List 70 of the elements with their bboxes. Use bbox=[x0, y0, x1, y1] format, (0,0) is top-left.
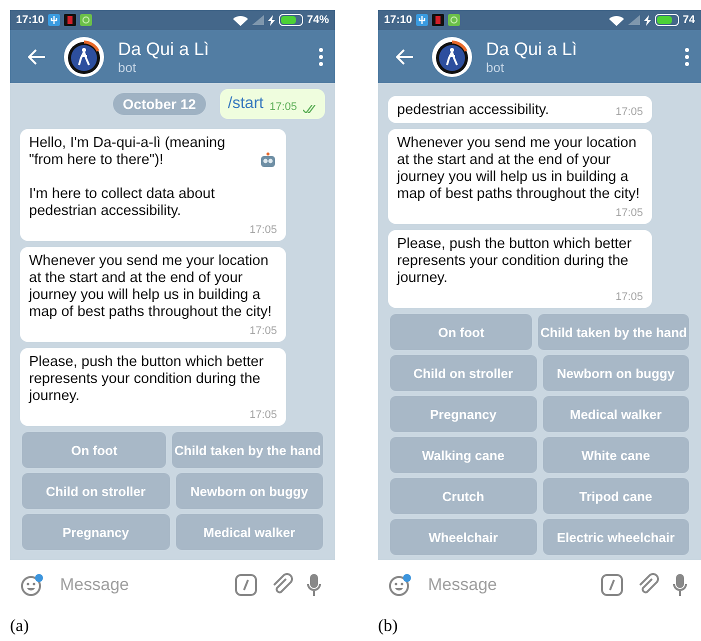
app-icon bbox=[64, 14, 76, 26]
chat-title: Da Qui a Lì bbox=[486, 38, 578, 60]
message-text: pedestrian accessibility. bbox=[397, 102, 550, 119]
avatar-icon[interactable] bbox=[64, 36, 104, 76]
chat-title: Da Qui a Lì bbox=[118, 38, 210, 60]
message-time: 17:05 bbox=[615, 106, 643, 119]
charging-icon bbox=[268, 14, 275, 26]
reply-button[interactable]: Newborn on buggy bbox=[542, 355, 689, 391]
reply-button[interactable]: Crutch bbox=[390, 478, 536, 514]
reply-button[interactable]: Electric wheelchair bbox=[542, 519, 689, 555]
signal-icon bbox=[252, 15, 264, 25]
microphone-icon[interactable] bbox=[307, 573, 321, 597]
message-time: 17:05 bbox=[249, 325, 277, 338]
message-text: Hello, I'm Da-qui-a-lì (meaning "from here to there")! bbox=[29, 135, 226, 169]
reply-button[interactable]: Wheelchair bbox=[390, 519, 536, 555]
battery-percent: 74% bbox=[306, 14, 329, 26]
message-text: Please, push the button which better represents your condition during the journey. bbox=[397, 236, 633, 287]
message-field[interactable]: Message bbox=[426, 574, 587, 596]
chat-subtitle: bot bbox=[486, 60, 506, 74]
signal-icon bbox=[628, 15, 640, 25]
message-text: Please, push the button which better represents your condition during the journey. bbox=[29, 354, 265, 405]
message-time: 17:05 bbox=[615, 207, 643, 220]
reply-button[interactable]: Walking cane bbox=[390, 437, 536, 473]
avatar-icon[interactable] bbox=[432, 36, 472, 76]
message-time: 17:05 bbox=[615, 291, 643, 304]
usb-icon bbox=[416, 14, 428, 26]
message-time: 17:05 bbox=[249, 409, 277, 422]
reply-button[interactable]: Child taken by the hand bbox=[172, 432, 323, 468]
message-text: Whenever you send me your location at the start and at the end of your journey you will help us in building a map of best paths throughout the city! bbox=[397, 135, 641, 203]
menu-icon[interactable] bbox=[685, 48, 689, 66]
message-field[interactable]: Message bbox=[58, 574, 221, 596]
wifi-icon bbox=[608, 14, 624, 26]
reply-button[interactable]: On foot bbox=[22, 432, 166, 468]
message-text: Whenever you send me your location at the start and at the end of your journey you will help us in building a map of best paths throughout the city! bbox=[29, 253, 273, 321]
usb-icon bbox=[48, 14, 60, 26]
reply-button[interactable]: White cane bbox=[542, 437, 689, 473]
charging-icon bbox=[644, 14, 651, 26]
reply-button[interactable]: Pregnancy bbox=[22, 514, 170, 550]
reply-button[interactable]: Child taken by the hand bbox=[538, 314, 689, 350]
reply-button[interactable]: Child on stroller bbox=[22, 473, 170, 509]
battery-percent: 74 bbox=[682, 14, 695, 26]
reply-button[interactable]: Tripod cane bbox=[542, 478, 689, 514]
reply-button[interactable]: Child on stroller bbox=[390, 355, 536, 391]
command-icon[interactable] bbox=[235, 574, 257, 596]
reply-button[interactable]: On foot bbox=[390, 314, 532, 350]
message-text: I'm here to collect data about pedestrian accessibility. bbox=[29, 186, 216, 220]
microphone-icon[interactable] bbox=[673, 573, 687, 597]
emoji-icon[interactable] bbox=[388, 573, 412, 597]
status-time: 17:10 bbox=[384, 14, 412, 26]
emoji-icon[interactable] bbox=[20, 573, 44, 597]
app-icon bbox=[432, 14, 444, 26]
reply-button[interactable]: Medical walker bbox=[542, 396, 689, 432]
battery-icon bbox=[278, 14, 303, 26]
message-time: 17:05 bbox=[249, 224, 277, 237]
figure-caption: (b) bbox=[378, 616, 398, 636]
reply-button[interactable]: Medical walker bbox=[176, 514, 323, 550]
message-text: /start bbox=[228, 95, 264, 113]
figure-caption: (a) bbox=[10, 616, 29, 636]
menu-icon[interactable] bbox=[319, 48, 323, 66]
back-icon[interactable] bbox=[28, 48, 46, 64]
back-icon[interactable] bbox=[396, 48, 414, 64]
date-chip: October 12 bbox=[112, 93, 206, 115]
message-time: 17:05 bbox=[269, 101, 297, 113]
command-icon[interactable] bbox=[601, 574, 623, 596]
reply-button[interactable]: Newborn on buggy bbox=[176, 473, 323, 509]
reply-button[interactable]: Pregnancy bbox=[390, 396, 536, 432]
chat-subtitle: bot bbox=[118, 60, 138, 74]
wifi-icon bbox=[232, 14, 248, 26]
status-time: 17:10 bbox=[16, 14, 44, 26]
battery-icon bbox=[654, 14, 679, 26]
